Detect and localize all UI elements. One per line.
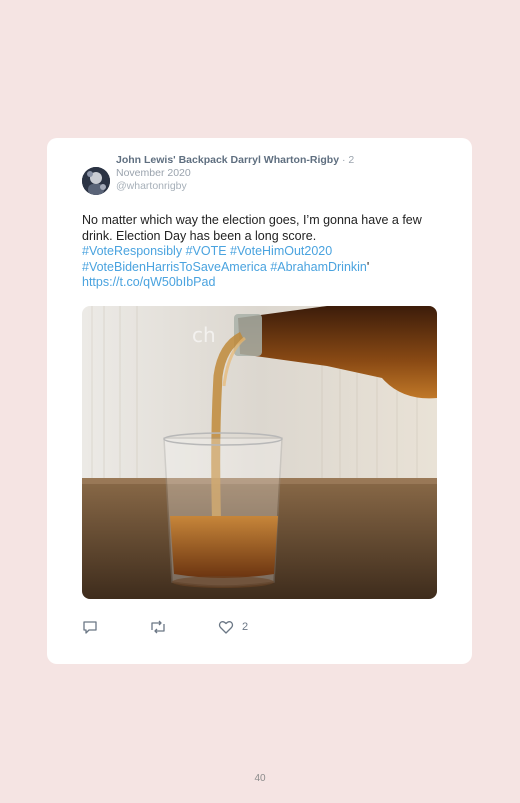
hashtag-link[interactable]: #VoteHimOut2020 (230, 244, 332, 258)
reply-icon (83, 621, 97, 634)
user-handle[interactable]: @whartonrigby (116, 180, 416, 193)
tweet-text: No matter which way the election goes, I… (82, 213, 422, 289)
hashtag-link[interactable]: #AbrahamDrinkin (270, 260, 367, 274)
hashtag-link[interactable]: #VoteBidenHarrisToSaveAmerica (82, 260, 267, 274)
hashtag-link[interactable]: #VoteResponsibly (82, 244, 182, 258)
like-count: 2 (242, 621, 249, 633)
tweet-card: John Lewis' Backpack Darryl Wharton-Rigb… (47, 138, 472, 664)
tweet-header: John Lewis' Backpack Darryl Wharton-Rigb… (82, 154, 462, 196)
tweet-actions: 2 (82, 618, 437, 638)
retweet-icon (151, 620, 165, 634)
like-button[interactable]: 2 (218, 618, 248, 636)
hashtag-link[interactable]: #VOTE (186, 244, 227, 258)
whiskey-pour-image: ch (82, 306, 437, 599)
image-watermark: ch (192, 323, 216, 347)
tweet-body: No matter which way the election goes, I… (82, 213, 422, 243)
tweet-media-image[interactable]: ch (82, 306, 437, 599)
tweet-meta: John Lewis' Backpack Darryl Wharton-Rigb… (116, 154, 416, 193)
date-month-year: November 2020 (116, 167, 191, 179)
avatar[interactable] (82, 167, 110, 195)
author-name[interactable]: John Lewis' Backpack Darryl Wharton-Rigb… (116, 154, 339, 166)
page-number: 40 (254, 773, 266, 784)
heart-icon (218, 621, 234, 634)
reply-button[interactable] (82, 618, 98, 636)
tweet-url-link[interactable]: https://t.co/qW50bIbPad (82, 275, 215, 289)
retweet-button[interactable] (149, 618, 167, 636)
date-day: 2 (348, 154, 355, 166)
